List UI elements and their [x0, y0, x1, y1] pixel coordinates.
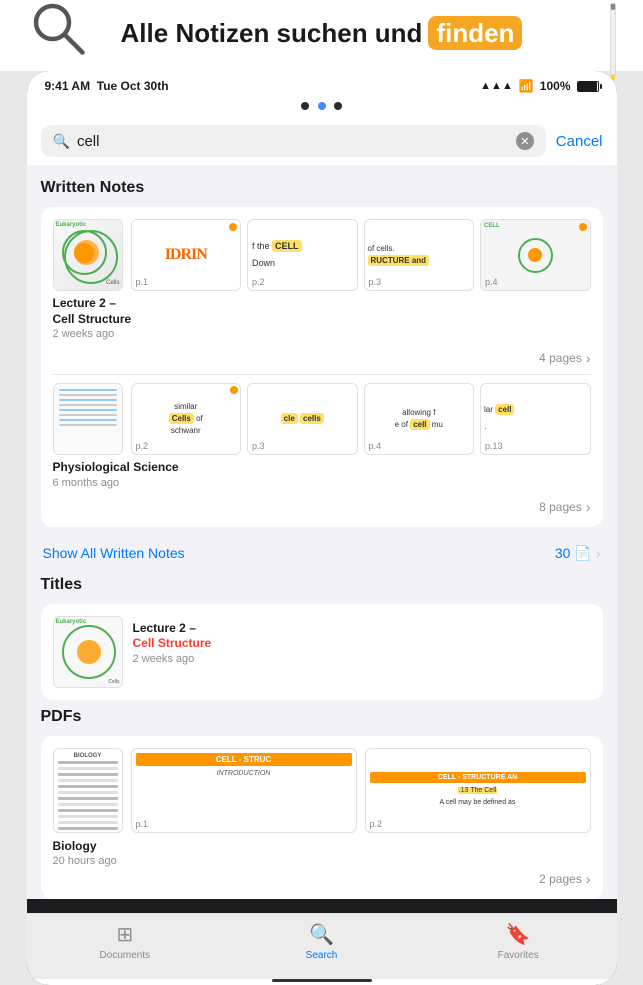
note-item-lecture2[interactable]: Eukaryotic Cells IDRIN p.1	[53, 219, 591, 340]
search-clear-button[interactable]: ✕	[516, 132, 534, 150]
documents-icon: ⊞	[116, 922, 133, 947]
search-tab-icon: 🔍	[309, 922, 334, 947]
written-notes-count: 30	[555, 545, 571, 561]
note-name-lecture2: Lecture 2 –Cell Structure	[53, 296, 591, 327]
physiology-thumb	[54, 384, 122, 454]
banner-title: Alle Notizen suchen undfinden	[0, 18, 643, 49]
search-icon: 🔍	[53, 133, 70, 150]
page-thumb-p3[interactable]: of cells. RUCTURE and p.3	[364, 219, 475, 291]
favorites-icon: 🔖	[506, 922, 531, 947]
title-name-lecture2: Lecture 2 –Cell Structure	[133, 621, 212, 652]
search-bar[interactable]: 🔍 cell ✕	[41, 125, 546, 157]
magnifier-icon	[30, 0, 90, 60]
home-indicator	[272, 979, 372, 982]
note-date-lecture2: 2 weeks ago	[53, 328, 591, 340]
show-all-chevron: ›	[596, 545, 601, 561]
pdf-lines	[58, 761, 118, 830]
cancel-button[interactable]: Cancel	[556, 133, 603, 150]
more-pages-row-physiology[interactable]: 8 pages ›	[53, 499, 591, 515]
wifi-icon: 📶	[519, 79, 534, 93]
titles-section-title: Titles	[41, 576, 603, 594]
divider-1	[53, 374, 591, 375]
cell-structure-thumb: Eukaryotic Cells	[54, 220, 122, 290]
written-notes-title: Written Notes	[41, 179, 603, 197]
tab-favorites-label: Favorites	[498, 950, 539, 961]
note-name-physiology: Physiological Science	[53, 460, 591, 476]
pdf-thumb-biology: BIOLOGY	[53, 748, 123, 833]
camera-dot-2	[334, 102, 342, 110]
pages-count-physiology: 8 pages	[539, 500, 582, 514]
search-input[interactable]: cell	[77, 133, 509, 150]
note-date-physiology: 6 months ago	[53, 477, 591, 489]
more-pages-row-lecture2[interactable]: 4 pages ›	[53, 350, 591, 366]
pdf-date-biology: 20 hours ago	[53, 855, 591, 867]
pdf-row-biology[interactable]: BIOLOGY	[53, 748, 591, 833]
note-thumbnail-lecture2: Eukaryotic Cells	[53, 219, 123, 291]
note-info-lecture2: Lecture 2 –Cell Structure 2 weeks ago	[53, 296, 591, 340]
camera-area	[27, 97, 617, 119]
tab-documents-label: Documents	[100, 950, 151, 961]
pages-row-physiology: similar Cells of schwanr p.2 cle cells	[131, 383, 591, 455]
show-all-row[interactable]: Show All Written Notes 30 📄 ›	[41, 535, 603, 572]
chevron-right-icon-2: ›	[586, 499, 591, 515]
top-banner: Alle Notizen suchen undfinden	[0, 0, 643, 71]
phys-page-thumb-p2[interactable]: similar Cells of schwanr p.2	[131, 383, 242, 455]
note-thumbnail-physiology	[53, 383, 123, 455]
show-all-count[interactable]: 30 📄 ›	[555, 545, 601, 562]
pdf-info-biology: Biology 20 hours ago	[53, 839, 591, 868]
tab-documents[interactable]: ⊞ Documents	[27, 922, 224, 961]
title-thumb-lecture2: Eukaryotic Cells	[53, 616, 123, 688]
status-bar: 9:41 AM Tue Oct 30th ▲▲▲ 📶 100%	[27, 71, 617, 97]
battery-icon	[577, 81, 599, 92]
phys-page-thumb-p13[interactable]: lar cell · p.13	[480, 383, 591, 455]
pdf-name-biology: Biology	[53, 839, 591, 855]
title-item-lecture2[interactable]: Eukaryotic Cells Lecture 2 –Cell Structu…	[53, 616, 591, 688]
camera-dot	[301, 102, 309, 110]
chevron-right-icon-pdf: ›	[586, 871, 591, 887]
phys-page-thumb-p4[interactable]: allowing f e of cell mu p.4	[364, 383, 475, 455]
banner-highlight: finden	[428, 16, 522, 50]
main-content: Written Notes Eukaryotic Cells	[27, 165, 617, 899]
document-icon: 📄	[574, 545, 591, 562]
titles-card: Eukaryotic Cells Lecture 2 –Cell Structu…	[41, 604, 603, 700]
written-notes-card: Eukaryotic Cells IDRIN p.1	[41, 207, 603, 527]
signal-icon: ▲▲▲	[480, 80, 513, 92]
pdf-pages-count: 2 pages	[539, 872, 582, 886]
pdfs-card: BIOLOGY	[41, 736, 603, 900]
status-indicators: ▲▲▲ 📶 100%	[480, 79, 598, 93]
more-pages-row-pdf[interactable]: 2 pages ›	[53, 871, 591, 887]
tab-bar: ⊞ Documents 🔍 Search 🔖 Favorites	[27, 913, 617, 979]
pdfs-section-title: PDFs	[41, 708, 603, 726]
tab-favorites[interactable]: 🔖 Favorites	[420, 922, 617, 961]
page-thumb-p1[interactable]: IDRIN p.1	[131, 219, 242, 291]
page-thumb-p2[interactable]: f the CELL Down p.2	[247, 219, 358, 291]
note-info-physiology: Physiological Science 6 months ago	[53, 460, 591, 489]
status-time: 9:41 AM Tue Oct 30th	[45, 79, 169, 93]
title-highlight-text: Cell Structure	[133, 636, 212, 650]
ipad-frame: 9:41 AM Tue Oct 30th ▲▲▲ 📶 100% 🔍 cell ✕…	[27, 71, 617, 985]
pages-count-lecture2: 4 pages	[539, 351, 582, 365]
tab-search-label: Search	[306, 950, 338, 961]
tab-search[interactable]: 🔍 Search	[223, 922, 420, 961]
search-bar-container: 🔍 cell ✕ Cancel	[27, 119, 617, 165]
page-thumb-p4[interactable]: CELL p.4	[480, 219, 591, 291]
battery-percent: 100%	[540, 79, 571, 93]
pdf-page-thumb-p2[interactable]: CELL - STRUCTURE AN .13 The Cell A cell …	[365, 748, 591, 833]
phys-page-thumb-p3[interactable]: cle cells p.3	[247, 383, 358, 455]
title-date-lecture2: 2 weeks ago	[133, 653, 212, 665]
note-item-physiology[interactable]: similar Cells of schwanr p.2 cle cells	[53, 383, 591, 489]
show-all-link[interactable]: Show All Written Notes	[43, 545, 185, 561]
indicator-dot	[318, 102, 326, 110]
chevron-right-icon: ›	[586, 350, 591, 366]
pages-row-lecture2: IDRIN p.1 f the CELL Down p.2	[131, 219, 591, 291]
title-info-lecture2: Lecture 2 –Cell Structure 2 weeks ago	[133, 621, 212, 665]
pdf-page-thumb-p1[interactable]: CELL - STRUC INTRODUCTION p.1	[131, 748, 357, 833]
